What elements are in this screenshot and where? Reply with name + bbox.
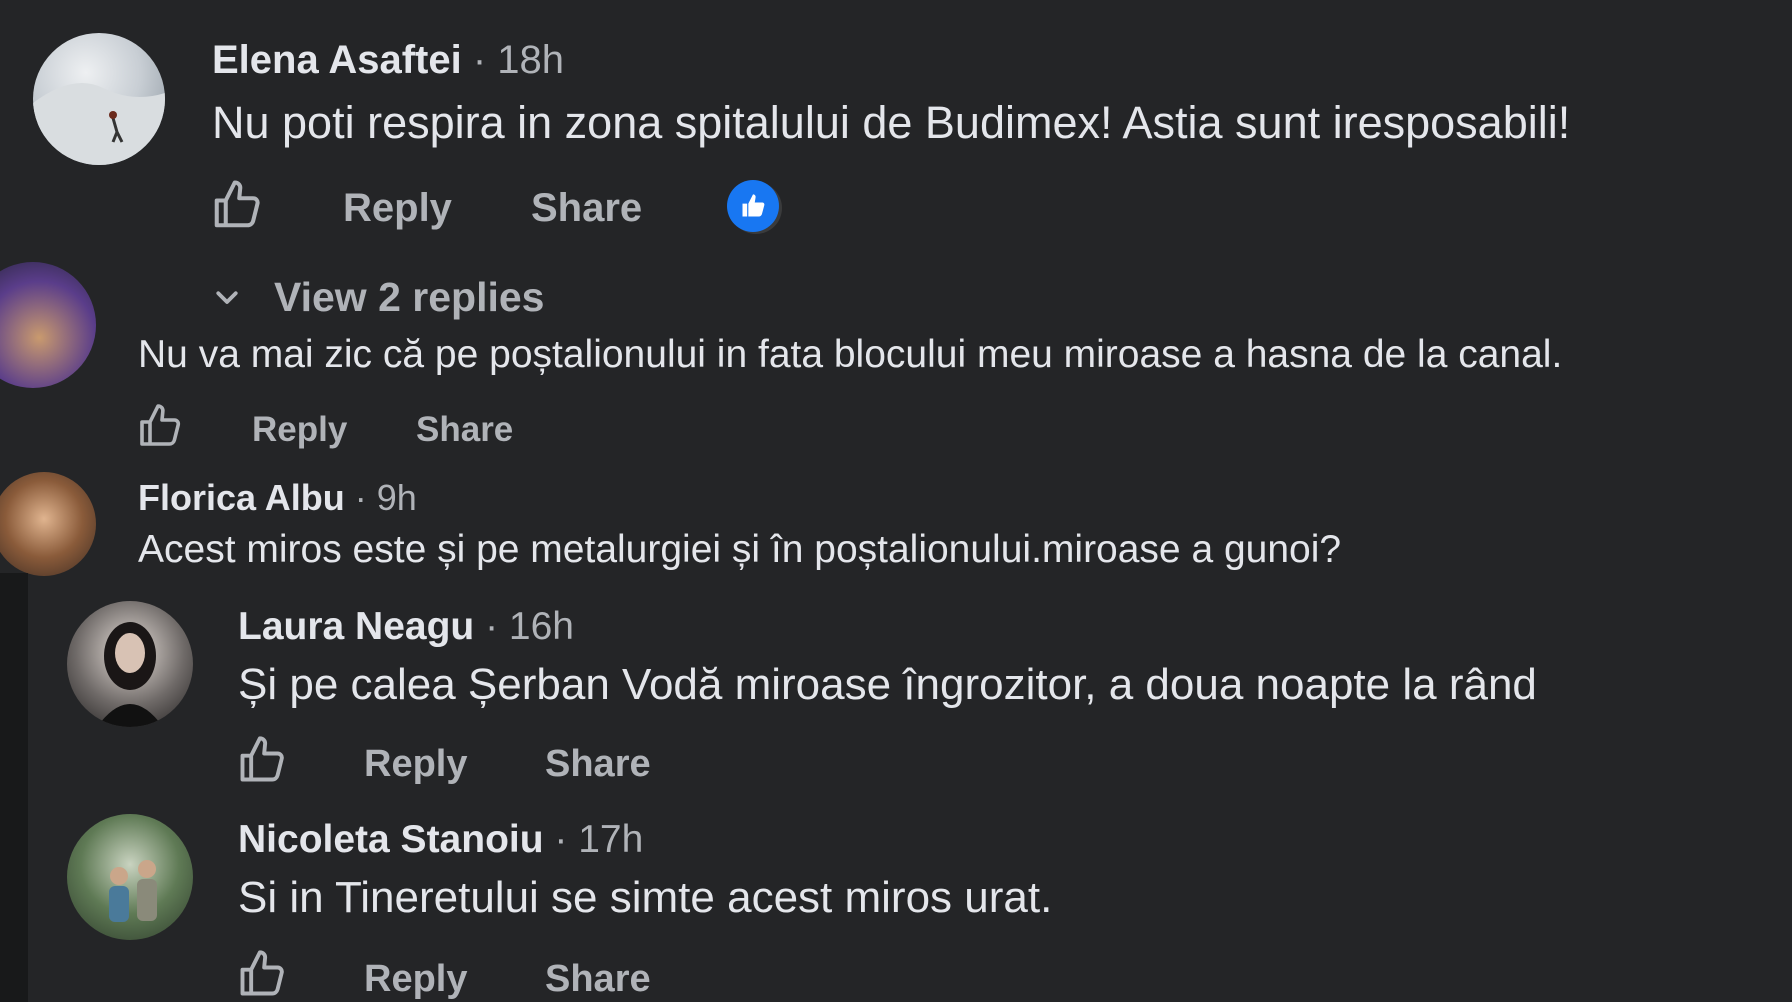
view-replies-label[interactable]: View 2 replies bbox=[274, 274, 544, 321]
like-button[interactable] bbox=[236, 948, 288, 1000]
reply-author[interactable]: Nicoleta Stanoiu · 17h bbox=[238, 818, 643, 862]
reply-text: Și pe calea Șerban Vodă miroase îngrozit… bbox=[238, 660, 1537, 709]
avatar-photo-icon bbox=[109, 860, 157, 922]
comment-text: Nu poti respira in zona spitalului de Bu… bbox=[212, 97, 1571, 148]
author-name[interactable]: Laura Neagu bbox=[238, 605, 474, 648]
like-button[interactable] bbox=[236, 734, 288, 786]
avatar-commenter[interactable] bbox=[0, 262, 96, 388]
like-reaction-icon bbox=[742, 194, 765, 217]
avatar-florica-albu[interactable] bbox=[0, 472, 96, 576]
reply-timestamp[interactable]: · 17h bbox=[554, 818, 643, 861]
avatar-elena-asaftei[interactable] bbox=[33, 33, 165, 165]
reply-button[interactable]: Reply bbox=[343, 186, 452, 231]
like-button[interactable] bbox=[136, 402, 184, 450]
author-name[interactable]: Florica Albu bbox=[138, 477, 345, 518]
thumbs-up-icon bbox=[214, 180, 260, 228]
share-button[interactable]: Share bbox=[416, 410, 513, 450]
reply-thread-gutter bbox=[0, 573, 28, 1002]
like-button[interactable] bbox=[210, 178, 264, 232]
avatar-photo-icon bbox=[97, 622, 163, 727]
comment-author[interactable]: Elena Asaftei · 18h bbox=[212, 38, 564, 83]
thumbs-up-icon bbox=[140, 404, 181, 446]
author-name[interactable]: Nicoleta Stanoiu bbox=[238, 818, 544, 861]
author-name[interactable]: Elena Asaftei bbox=[212, 38, 462, 82]
cropped-previous-content bbox=[220, 0, 780, 4]
comment-author[interactable]: Florica Albu · 9h bbox=[138, 477, 417, 519]
thumbs-up-icon bbox=[240, 736, 284, 782]
share-button[interactable]: Share bbox=[545, 743, 651, 786]
reply-button[interactable]: Reply bbox=[364, 743, 467, 786]
comment-timestamp[interactable]: · 9h bbox=[355, 477, 417, 518]
avatar-laura-neagu[interactable] bbox=[67, 601, 193, 727]
share-button[interactable]: Share bbox=[545, 958, 651, 1001]
comment-text: Acest miros este și pe metalurgiei și în… bbox=[138, 528, 1342, 571]
comment-timestamp[interactable]: · 18h bbox=[473, 38, 564, 82]
avatar-photo-icon bbox=[33, 83, 165, 165]
share-button[interactable]: Share bbox=[531, 186, 642, 231]
reply-button[interactable]: Reply bbox=[252, 410, 347, 450]
reply-timestamp[interactable]: · 16h bbox=[485, 605, 574, 648]
like-reaction-badge[interactable] bbox=[727, 180, 779, 232]
reply-text: Si in Tineretului se simte acest miros u… bbox=[238, 873, 1053, 922]
chevron-down-icon bbox=[216, 291, 238, 304]
reply-author[interactable]: Laura Neagu · 16h bbox=[238, 605, 574, 649]
thumbs-up-icon bbox=[240, 950, 284, 996]
avatar-nicoleta-stanoiu[interactable] bbox=[67, 814, 193, 940]
reply-button[interactable]: Reply bbox=[364, 958, 467, 1001]
comment-text: Nu va mai zic că pe poștalionului in fat… bbox=[138, 333, 1563, 376]
